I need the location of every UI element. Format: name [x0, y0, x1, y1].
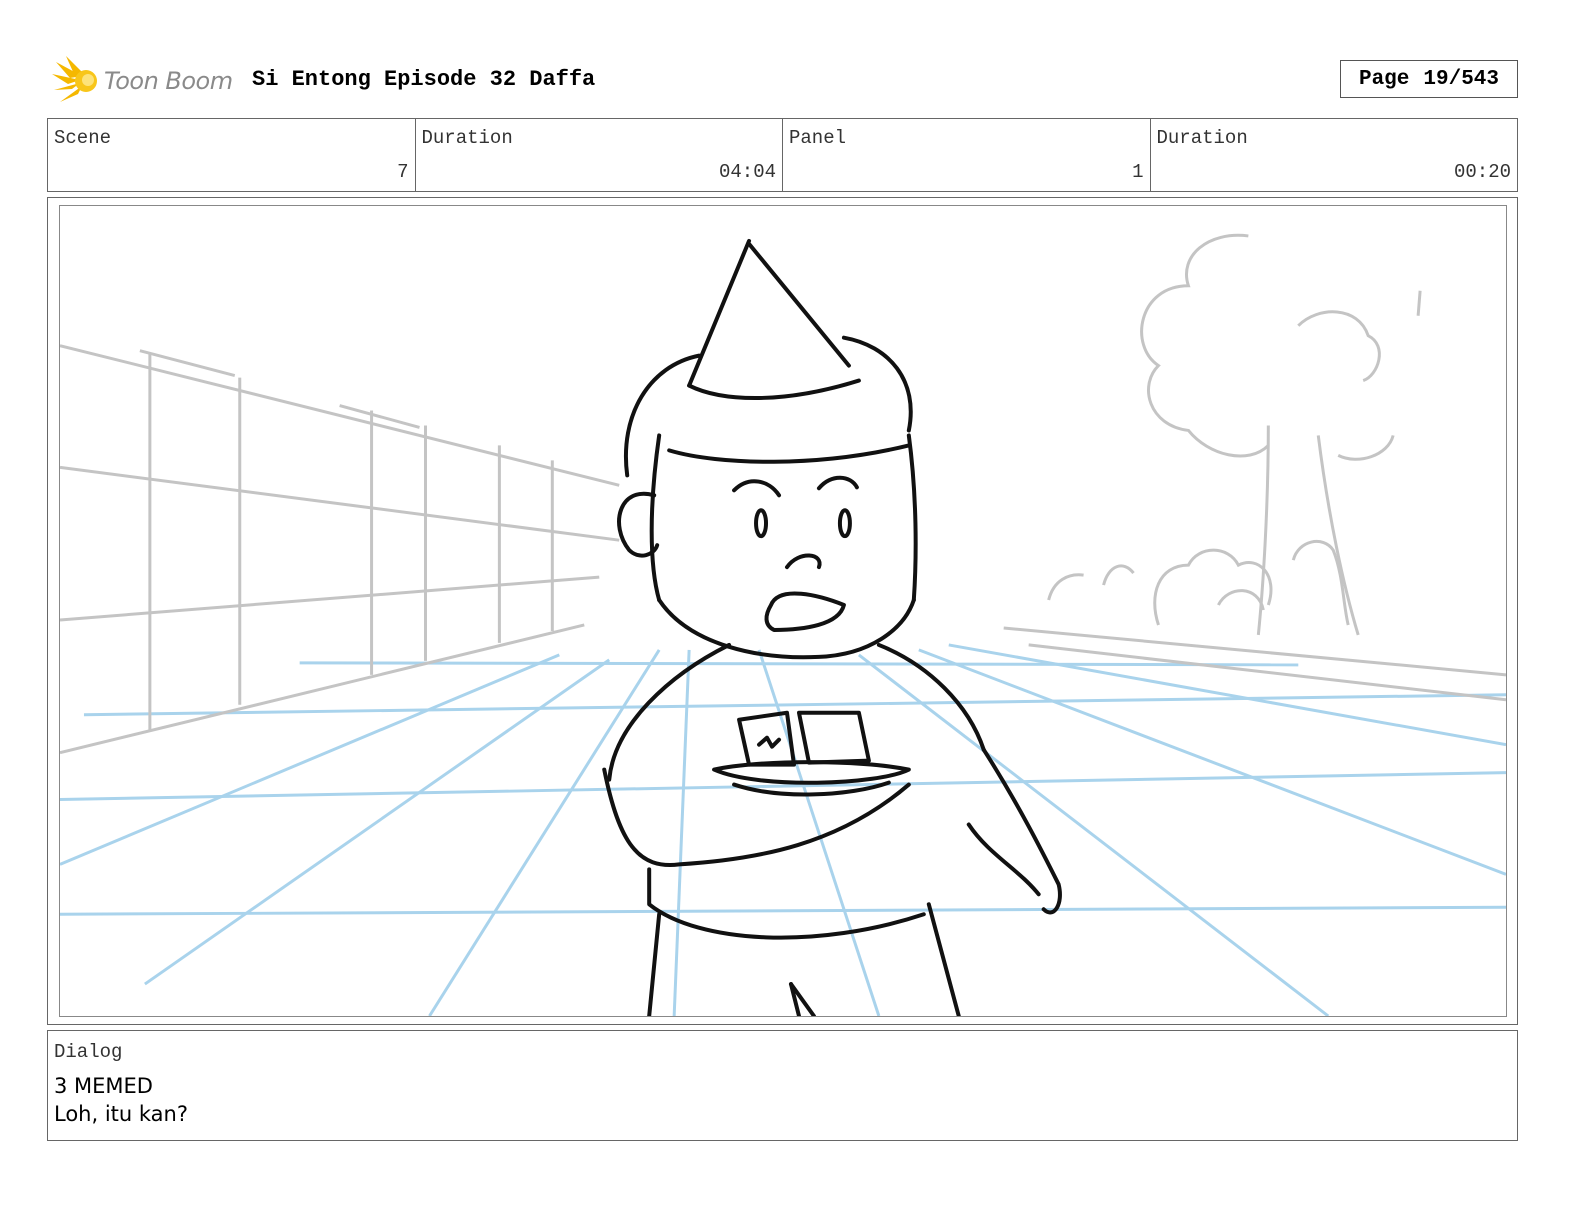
panel-duration-cell: Duration 00:20: [1151, 119, 1518, 191]
panel-duration-label: Duration: [1156, 127, 1248, 149]
building-sketch: [60, 344, 620, 755]
dialog-line-character: 3 MEMED: [54, 1074, 153, 1098]
panel-duration-value: 00:20: [1453, 161, 1511, 183]
dialog-box: Dialog 3 MEMED Loh, itu kan?: [47, 1030, 1518, 1141]
panel-cell: Panel 1: [783, 119, 1151, 191]
project-title: Si Entong Episode 32 Daffa: [252, 67, 596, 92]
scene-value: 7: [397, 161, 409, 183]
storyboard-header: Toon Boom Si Entong Episode 32 Daffa Pag…: [52, 55, 1518, 107]
logo-text: Toon Boom: [104, 67, 233, 95]
page-indicator: Page 19/543: [1340, 60, 1518, 98]
scene-duration-cell: Duration 04:04: [416, 119, 783, 191]
scene-duration-label: Duration: [421, 127, 513, 149]
dialog-line-speech: Loh, itu kan?: [54, 1102, 189, 1126]
panel-value: 1: [1132, 161, 1144, 183]
dialog-text: 3 MEMED Loh, itu kan?: [54, 1072, 188, 1128]
panel-sketch: [60, 233, 1506, 1016]
scene-label: Scene: [54, 127, 112, 149]
tree-sketch: [1003, 233, 1506, 702]
storyboard-panel-frame: [47, 197, 1518, 1025]
panel-label: Panel: [789, 127, 847, 149]
page-number: 19/543: [1423, 67, 1500, 91]
page-label: Page: [1358, 67, 1410, 91]
panel-info-row: Scene 7 Duration 04:04 Panel 1 Duration …: [47, 118, 1518, 192]
toon-boom-logo: Toon Boom: [52, 55, 242, 107]
storyboard-panel-image: [59, 205, 1507, 1017]
dialog-label: Dialog: [54, 1041, 123, 1063]
scene-duration-value: 04:04: [718, 161, 776, 183]
scene-cell: Scene 7: [48, 119, 416, 191]
character-sketch: [602, 238, 1062, 1016]
toon-boom-logo-icon: [52, 56, 97, 102]
